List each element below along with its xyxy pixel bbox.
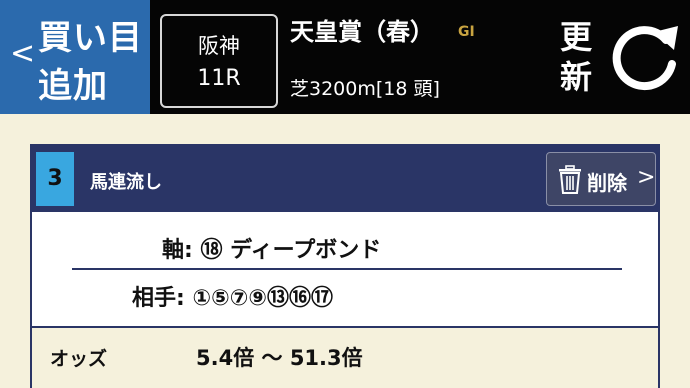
odds-value: 5.4倍 ～ 51.3倍 xyxy=(196,346,363,370)
race-number: 11R xyxy=(197,66,241,91)
grade-badge: GI xyxy=(458,24,475,40)
bet-type-label: 馬連流し xyxy=(90,172,162,193)
axis-horse: 軸: ⑱ ディープボンド xyxy=(162,238,382,263)
delete-button[interactable]: 削除 > xyxy=(546,152,656,206)
chevron-right-icon: > xyxy=(637,165,656,190)
odds-row: オッズ 5.4倍 ～ 51.3倍 xyxy=(32,328,658,388)
race-info: 芝3200m[18 頭] xyxy=(290,78,440,100)
chevron-left-icon: < xyxy=(10,36,36,71)
divider xyxy=(72,268,622,270)
bet-number-badge: 3 xyxy=(36,152,74,206)
race-name: 天皇賞（春） xyxy=(290,18,434,46)
back-label-line2: 追加 xyxy=(38,66,108,106)
back-add-bet-button[interactable]: < 買い目 追加 xyxy=(0,0,150,114)
refresh-label-line2: 新 xyxy=(560,58,593,96)
bet-card-header: 3 馬連流し 削除 > xyxy=(32,146,658,212)
top-header: < 買い目 追加 阪神 11R 天皇賞（春） GI 芝3200m[18 頭] 更… xyxy=(0,0,690,114)
bet-selection: 軸: ⑱ ディープボンド 相手: ①⑤⑦⑨⑬⑯⑰ xyxy=(32,212,658,324)
delete-label: 削除 xyxy=(587,171,627,195)
venue-race-box: 阪神 11R xyxy=(160,14,278,108)
partner-horses: 相手: ①⑤⑦⑨⑬⑯⑰ xyxy=(132,286,333,311)
trash-icon xyxy=(559,165,581,194)
venue-name: 阪神 xyxy=(198,34,240,58)
refresh-button[interactable]: 更 新 xyxy=(554,0,690,114)
back-label-line1: 買い目 xyxy=(38,18,143,58)
refresh-icon xyxy=(612,26,678,91)
bet-card: 3 馬連流し 削除 > 軸: ⑱ ディープボンド 相手: ①⑤⑦⑨⑬⑯⑰ オッズ… xyxy=(30,144,660,388)
odds-label: オッズ xyxy=(50,348,108,370)
